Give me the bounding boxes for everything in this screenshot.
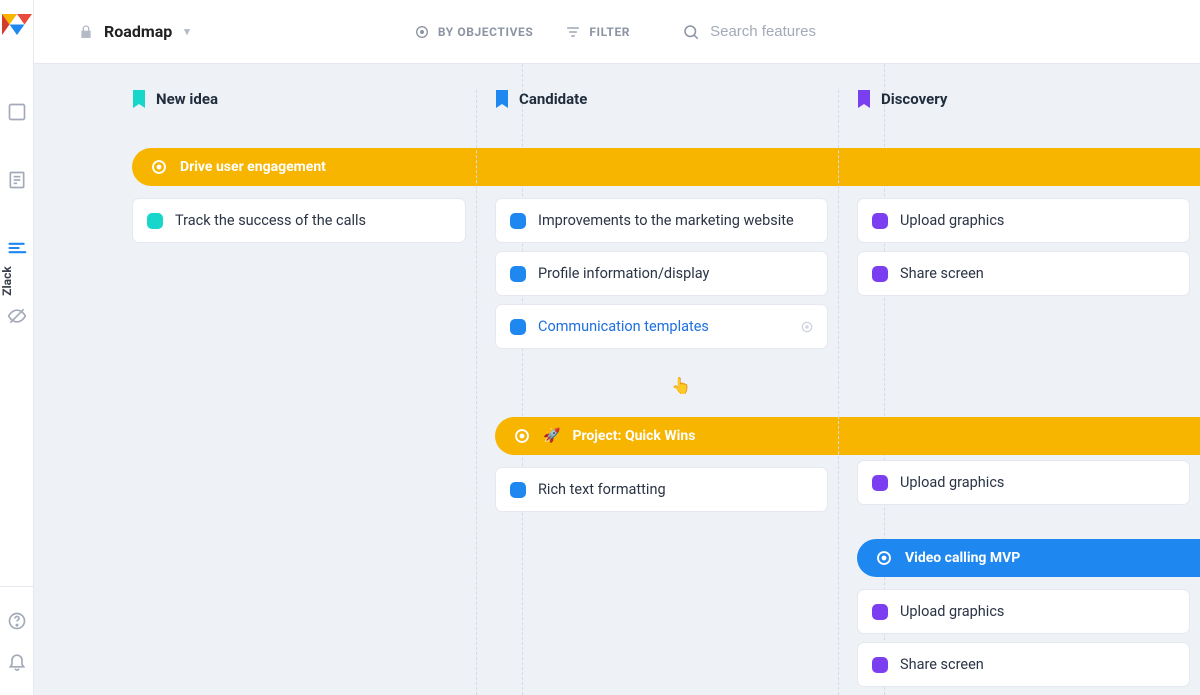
column-title: Candidate <box>519 90 587 108</box>
search-icon <box>682 23 700 41</box>
column-title: New idea <box>156 90 218 108</box>
status-chip <box>510 213 526 229</box>
card-title: Track the success of the calls <box>175 212 366 229</box>
target-icon <box>150 158 168 176</box>
status-chip <box>872 475 888 491</box>
filter-icon <box>565 24 581 40</box>
objective-title: Drive user engagement <box>180 159 326 175</box>
sidebar-notifications-icon[interactable] <box>7 651 27 671</box>
chevron-down-icon: ▾ <box>184 25 190 38</box>
lock-icon <box>78 24 94 40</box>
feature-card[interactable]: Profile information/display <box>495 251 828 296</box>
target-icon <box>414 24 430 40</box>
breadcrumb[interactable]: Roadmap ▾ <box>78 22 190 41</box>
by-objectives-button[interactable]: BY OBJECTIVES <box>414 24 534 40</box>
column-header-discovery: Discovery <box>857 90 1190 108</box>
status-chip <box>510 319 526 335</box>
sidebar-item-hidden[interactable] <box>7 306 27 326</box>
status-chip <box>872 213 888 229</box>
filter-button[interactable]: FILTER <box>565 24 630 40</box>
card-title: Upload graphics <box>900 212 1004 229</box>
bookmark-icon <box>132 90 146 108</box>
rocket-icon: 🚀 <box>543 428 560 444</box>
swimlane-label: Zlack <box>0 274 22 288</box>
feature-card[interactable]: Track the success of the calls <box>132 198 466 243</box>
sidebar-item-roadmap[interactable] <box>7 238 27 258</box>
sidebar-item-board[interactable] <box>7 102 27 122</box>
card-title: Improvements to the marketing website <box>538 212 794 229</box>
target-icon <box>799 319 815 335</box>
status-chip <box>510 482 526 498</box>
card-title: Profile information/display <box>538 265 709 282</box>
status-chip <box>147 213 163 229</box>
feature-card[interactable]: Share screen <box>857 642 1190 687</box>
by-objectives-label: BY OBJECTIVES <box>438 25 534 39</box>
filter-label: FILTER <box>589 25 630 39</box>
target-icon <box>875 549 893 567</box>
sidebar-help-icon[interactable] <box>7 611 27 631</box>
feature-card[interactable]: Upload graphics <box>857 198 1190 243</box>
search-input[interactable] <box>710 23 910 40</box>
feature-card[interactable]: Upload graphics <box>857 460 1190 505</box>
sidebar <box>0 0 34 695</box>
sidebar-item-docs[interactable] <box>7 170 27 190</box>
search <box>682 23 910 41</box>
card-title: Share screen <box>900 656 984 673</box>
page-title: Roadmap <box>104 22 172 41</box>
column-title: Discovery <box>881 90 947 108</box>
card-title: Rich text formatting <box>538 481 666 498</box>
feature-card[interactable]: Upload graphics <box>857 589 1190 634</box>
status-chip <box>872 657 888 673</box>
feature-card[interactable]: Improvements to the marketing website <box>495 198 828 243</box>
card-title: Upload graphics <box>900 603 1004 620</box>
objective-title: Video calling MVP <box>905 550 1020 566</box>
objective-title: Project: Quick Wins <box>572 428 695 444</box>
bookmark-icon <box>495 90 509 108</box>
bookmark-icon <box>857 90 871 108</box>
column-header-candidate: Candidate <box>495 90 828 108</box>
app-logo <box>2 14 32 44</box>
status-chip <box>872 266 888 282</box>
feature-card[interactable]: Rich text formatting <box>495 467 828 512</box>
target-icon <box>513 427 531 445</box>
board: Zlack New idea Drive user engagement Tra… <box>34 64 1200 695</box>
column-header-new-idea: New idea <box>132 90 466 108</box>
objective-bar[interactable]: Video calling MVP <box>857 539 1200 577</box>
card-title: Communication templates <box>538 318 709 335</box>
feature-card[interactable]: Communication templates <box>495 304 828 349</box>
feature-card[interactable]: Share screen <box>857 251 1190 296</box>
card-title: Upload graphics <box>900 474 1004 491</box>
status-chip <box>510 266 526 282</box>
status-chip <box>872 604 888 620</box>
topbar: Roadmap ▾ BY OBJECTIVES FILTER <box>34 0 1200 64</box>
card-title: Share screen <box>900 265 984 282</box>
